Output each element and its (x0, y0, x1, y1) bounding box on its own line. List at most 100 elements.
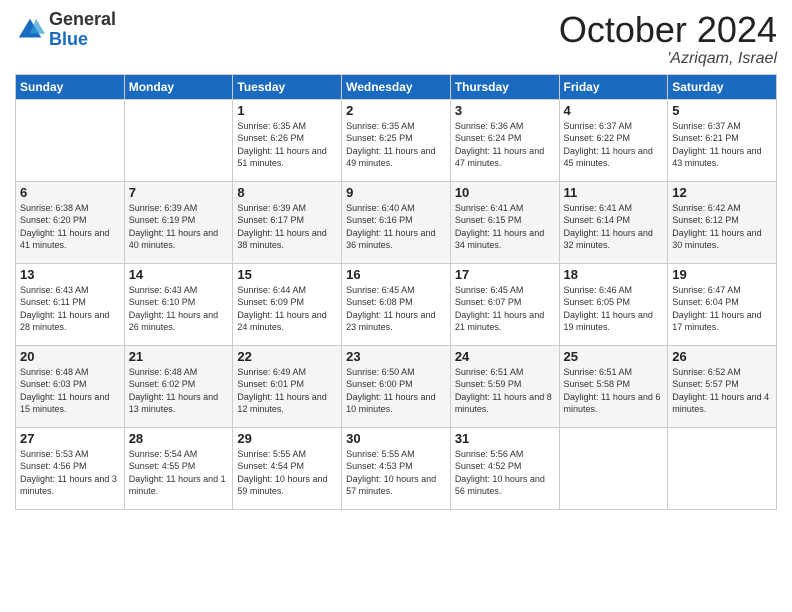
day-sunrise: Sunrise: 6:51 AM (455, 367, 524, 377)
day-number: 9 (346, 185, 446, 200)
day-daylight: Daylight: 11 hours and 17 minutes. (672, 310, 761, 333)
table-row: 28 Sunrise: 5:54 AM Sunset: 4:55 PM Dayl… (124, 427, 233, 509)
day-daylight: Daylight: 11 hours and 19 minutes. (564, 310, 653, 333)
day-number: 18 (564, 267, 664, 282)
day-number: 10 (455, 185, 555, 200)
table-row: 12 Sunrise: 6:42 AM Sunset: 6:12 PM Dayl… (668, 181, 777, 263)
day-daylight: Daylight: 11 hours and 26 minutes. (129, 310, 218, 333)
table-row (668, 427, 777, 509)
day-sunset: Sunset: 4:55 PM (129, 461, 196, 471)
day-number: 31 (455, 431, 555, 446)
day-sunrise: Sunrise: 6:48 AM (129, 367, 198, 377)
calendar-week-row: 27 Sunrise: 5:53 AM Sunset: 4:56 PM Dayl… (16, 427, 777, 509)
day-sunset: Sunset: 6:26 PM (237, 133, 304, 143)
day-number: 17 (455, 267, 555, 282)
day-sunrise: Sunrise: 6:39 AM (237, 203, 306, 213)
day-daylight: Daylight: 11 hours and 43 minutes. (672, 146, 761, 169)
title-block: October 2024 'Azriqam, Israel (559, 10, 777, 68)
day-sunrise: Sunrise: 5:54 AM (129, 449, 198, 459)
day-sunrise: Sunrise: 6:36 AM (455, 121, 524, 131)
table-row: 29 Sunrise: 5:55 AM Sunset: 4:54 PM Dayl… (233, 427, 342, 509)
day-daylight: Daylight: 11 hours and 23 minutes. (346, 310, 435, 333)
table-row: 20 Sunrise: 6:48 AM Sunset: 6:03 PM Dayl… (16, 345, 125, 427)
day-number: 13 (20, 267, 120, 282)
day-number: 5 (672, 103, 772, 118)
day-daylight: Daylight: 11 hours and 13 minutes. (129, 392, 218, 415)
day-daylight: Daylight: 11 hours and 28 minutes. (20, 310, 109, 333)
table-row: 3 Sunrise: 6:36 AM Sunset: 6:24 PM Dayli… (450, 99, 559, 181)
day-daylight: Daylight: 11 hours and 40 minutes. (129, 228, 218, 251)
day-sunset: Sunset: 6:10 PM (129, 297, 196, 307)
day-sunset: Sunset: 5:57 PM (672, 379, 739, 389)
day-sunrise: Sunrise: 6:47 AM (672, 285, 741, 295)
table-row (124, 99, 233, 181)
day-sunset: Sunset: 6:08 PM (346, 297, 413, 307)
header: General Blue October 2024 'Azriqam, Isra… (15, 10, 777, 68)
day-sunrise: Sunrise: 6:50 AM (346, 367, 415, 377)
day-sunrise: Sunrise: 5:55 AM (346, 449, 415, 459)
col-sunday: Sunday (16, 74, 125, 99)
day-daylight: Daylight: 11 hours and 8 minutes. (455, 392, 552, 415)
day-number: 30 (346, 431, 446, 446)
day-daylight: Daylight: 11 hours and 1 minute. (129, 474, 226, 497)
table-row: 16 Sunrise: 6:45 AM Sunset: 6:08 PM Dayl… (342, 263, 451, 345)
day-daylight: Daylight: 11 hours and 3 minutes. (20, 474, 117, 497)
day-daylight: Daylight: 11 hours and 34 minutes. (455, 228, 544, 251)
day-sunset: Sunset: 6:17 PM (237, 215, 304, 225)
day-number: 7 (129, 185, 229, 200)
day-sunset: Sunset: 4:56 PM (20, 461, 87, 471)
table-row (16, 99, 125, 181)
calendar-week-row: 13 Sunrise: 6:43 AM Sunset: 6:11 PM Dayl… (16, 263, 777, 345)
table-row: 6 Sunrise: 6:38 AM Sunset: 6:20 PM Dayli… (16, 181, 125, 263)
day-sunrise: Sunrise: 6:43 AM (129, 285, 198, 295)
day-sunset: Sunset: 6:07 PM (455, 297, 522, 307)
page: General Blue October 2024 'Azriqam, Isra… (0, 0, 792, 612)
day-sunset: Sunset: 6:25 PM (346, 133, 413, 143)
day-daylight: Daylight: 11 hours and 36 minutes. (346, 228, 435, 251)
day-daylight: Daylight: 11 hours and 24 minutes. (237, 310, 326, 333)
day-daylight: Daylight: 11 hours and 32 minutes. (564, 228, 653, 251)
table-row: 22 Sunrise: 6:49 AM Sunset: 6:01 PM Dayl… (233, 345, 342, 427)
day-sunset: Sunset: 6:15 PM (455, 215, 522, 225)
day-number: 26 (672, 349, 772, 364)
table-row: 23 Sunrise: 6:50 AM Sunset: 6:00 PM Dayl… (342, 345, 451, 427)
day-sunset: Sunset: 5:58 PM (564, 379, 631, 389)
location-title: 'Azriqam, Israel (559, 50, 777, 68)
day-sunrise: Sunrise: 6:45 AM (455, 285, 524, 295)
day-sunrise: Sunrise: 6:45 AM (346, 285, 415, 295)
day-daylight: Daylight: 11 hours and 6 minutes. (564, 392, 661, 415)
day-daylight: Daylight: 11 hours and 38 minutes. (237, 228, 326, 251)
day-number: 29 (237, 431, 337, 446)
day-daylight: Daylight: 10 hours and 59 minutes. (237, 474, 327, 497)
day-sunset: Sunset: 6:02 PM (129, 379, 196, 389)
day-sunrise: Sunrise: 6:39 AM (129, 203, 198, 213)
table-row: 8 Sunrise: 6:39 AM Sunset: 6:17 PM Dayli… (233, 181, 342, 263)
day-sunset: Sunset: 6:09 PM (237, 297, 304, 307)
day-number: 22 (237, 349, 337, 364)
table-row: 2 Sunrise: 6:35 AM Sunset: 6:25 PM Dayli… (342, 99, 451, 181)
day-number: 3 (455, 103, 555, 118)
day-number: 14 (129, 267, 229, 282)
col-friday: Friday (559, 74, 668, 99)
day-sunset: Sunset: 6:00 PM (346, 379, 413, 389)
day-number: 16 (346, 267, 446, 282)
day-number: 8 (237, 185, 337, 200)
table-row: 4 Sunrise: 6:37 AM Sunset: 6:22 PM Dayli… (559, 99, 668, 181)
day-number: 4 (564, 103, 664, 118)
day-daylight: Daylight: 11 hours and 21 minutes. (455, 310, 544, 333)
day-sunrise: Sunrise: 5:53 AM (20, 449, 89, 459)
col-wednesday: Wednesday (342, 74, 451, 99)
day-sunrise: Sunrise: 6:40 AM (346, 203, 415, 213)
day-daylight: Daylight: 10 hours and 57 minutes. (346, 474, 436, 497)
table-row: 27 Sunrise: 5:53 AM Sunset: 4:56 PM Dayl… (16, 427, 125, 509)
calendar-week-row: 6 Sunrise: 6:38 AM Sunset: 6:20 PM Dayli… (16, 181, 777, 263)
day-sunrise: Sunrise: 5:55 AM (237, 449, 306, 459)
day-daylight: Daylight: 11 hours and 45 minutes. (564, 146, 653, 169)
table-row: 10 Sunrise: 6:41 AM Sunset: 6:15 PM Dayl… (450, 181, 559, 263)
day-sunrise: Sunrise: 6:35 AM (346, 121, 415, 131)
calendar-table: Sunday Monday Tuesday Wednesday Thursday… (15, 74, 777, 510)
day-sunset: Sunset: 4:52 PM (455, 461, 522, 471)
day-number: 25 (564, 349, 664, 364)
day-sunrise: Sunrise: 6:51 AM (564, 367, 633, 377)
day-sunrise: Sunrise: 6:48 AM (20, 367, 89, 377)
